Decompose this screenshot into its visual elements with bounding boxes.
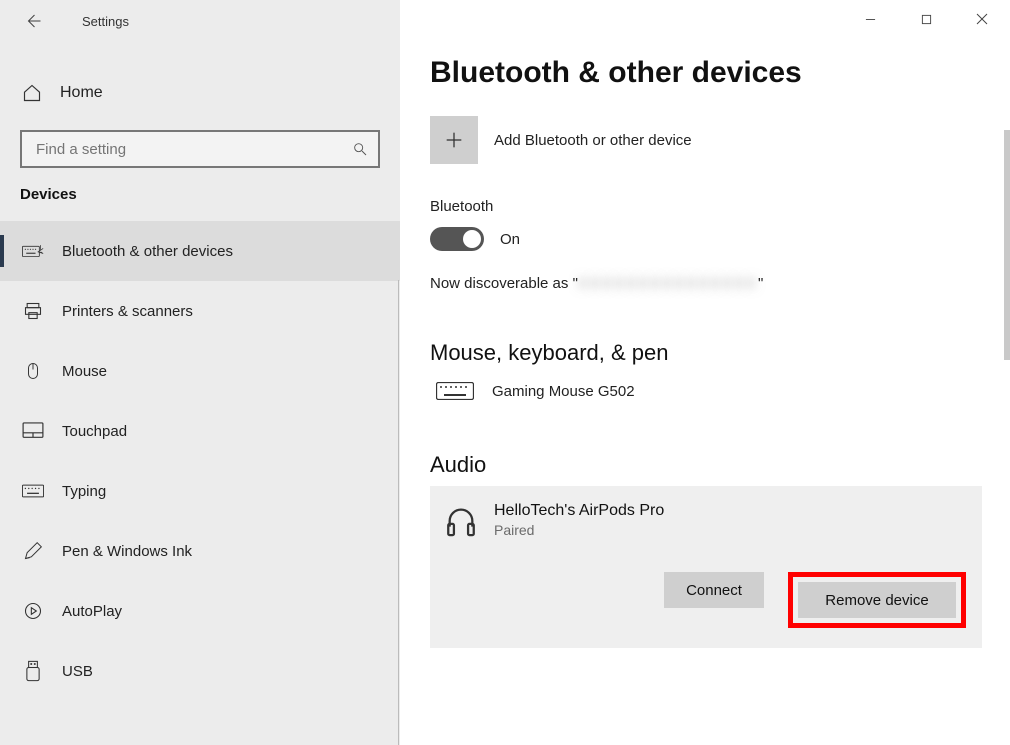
main-content: Bluetooth & other devices Add Bluetooth … (400, 0, 1010, 745)
sidebar-item-usb[interactable]: USB (0, 641, 400, 701)
sidebar: Settings Home Devices Bluetooth & other … (0, 0, 400, 745)
sidebar-item-typing[interactable]: Typing (0, 461, 400, 521)
search-icon (352, 141, 368, 157)
add-device-row[interactable]: Add Bluetooth or other device (430, 116, 1010, 164)
maximize-button[interactable] (898, 0, 954, 38)
remove-button-highlight: Remove device (788, 572, 966, 628)
home-icon (22, 83, 42, 103)
window-controls (842, 0, 1010, 38)
toggle-state-label: On (500, 231, 520, 248)
audio-device-status: Paired (494, 522, 664, 538)
mouse-icon (22, 360, 44, 382)
close-button[interactable] (954, 0, 1010, 38)
connect-button[interactable]: Connect (664, 572, 764, 608)
keyboard-icon (22, 480, 44, 502)
discoverable-suffix: " (758, 275, 763, 292)
toggle-knob (463, 230, 481, 248)
sidebar-item-label: Touchpad (62, 423, 127, 440)
sidebar-header: Settings (0, 0, 400, 42)
sidebar-item-label: Bluetooth & other devices (62, 243, 233, 260)
sidebar-item-bluetooth[interactable]: Bluetooth & other devices (0, 221, 400, 281)
audio-device-text: HelloTech's AirPods Pro Paired (494, 502, 664, 538)
home-label: Home (60, 84, 103, 102)
discoverable-name: XXXXXXXXXXXXXXX (578, 275, 758, 292)
discoverable-text: Now discoverable as "XXXXXXXXXXXXXXX" (430, 275, 1010, 292)
back-button[interactable] (22, 10, 44, 32)
arrow-left-icon (24, 12, 42, 30)
bluetooth-toggle-row: On (430, 227, 1010, 251)
sidebar-item-label: Pen & Windows Ink (62, 543, 192, 560)
keyboard-bt-icon (22, 240, 44, 262)
sidebar-item-label: AutoPlay (62, 603, 122, 620)
audio-device-card[interactable]: HelloTech's AirPods Pro Paired Connect R… (430, 486, 982, 648)
home-nav[interactable]: Home (0, 64, 400, 122)
mouse-device-name: Gaming Mouse G502 (492, 383, 635, 400)
autoplay-icon (22, 600, 44, 622)
scrollbar[interactable] (1004, 130, 1010, 360)
close-icon (976, 13, 988, 25)
audio-device-top: HelloTech's AirPods Pro Paired (442, 502, 966, 538)
touchpad-icon (22, 420, 44, 442)
search-input[interactable] (36, 141, 352, 158)
sidebar-item-printers[interactable]: Printers & scanners (0, 281, 400, 341)
sidebar-divider (398, 280, 399, 745)
sidebar-item-touchpad[interactable]: Touchpad (0, 401, 400, 461)
plus-icon (443, 129, 465, 151)
page-title: Bluetooth & other devices (430, 56, 1010, 90)
keyboard-device-icon (436, 382, 474, 400)
bluetooth-toggle[interactable] (430, 227, 484, 251)
sidebar-item-pen[interactable]: Pen & Windows Ink (0, 521, 400, 581)
add-device-label: Add Bluetooth or other device (494, 132, 692, 149)
headphones-icon (444, 504, 478, 538)
discoverable-prefix: Now discoverable as " (430, 275, 578, 292)
sidebar-nav: Bluetooth & other devices Printers & sca… (0, 221, 400, 701)
search-input-wrap[interactable] (20, 130, 380, 168)
section-audio-heading: Audio (430, 452, 1010, 478)
minimize-icon (865, 14, 876, 25)
add-tile (430, 116, 478, 164)
sidebar-section-label: Devices (20, 186, 400, 203)
sidebar-item-label: USB (62, 663, 93, 680)
usb-icon (22, 660, 44, 682)
sidebar-item-autoplay[interactable]: AutoPlay (0, 581, 400, 641)
remove-device-button[interactable]: Remove device (798, 582, 956, 618)
minimize-button[interactable] (842, 0, 898, 38)
maximize-icon (921, 14, 932, 25)
window-title: Settings (82, 14, 129, 29)
bluetooth-label: Bluetooth (430, 198, 1010, 215)
sidebar-item-mouse[interactable]: Mouse (0, 341, 400, 401)
sidebar-item-label: Mouse (62, 363, 107, 380)
pen-icon (22, 540, 44, 562)
audio-device-name: HelloTech's AirPods Pro (494, 502, 664, 520)
mouse-device-row[interactable]: Gaming Mouse G502 (430, 378, 1010, 404)
sidebar-item-label: Typing (62, 483, 106, 500)
printer-icon (22, 300, 44, 322)
sidebar-item-label: Printers & scanners (62, 303, 193, 320)
section-mouse-heading: Mouse, keyboard, & pen (430, 340, 1010, 366)
audio-device-actions: Connect Remove device (442, 572, 966, 628)
